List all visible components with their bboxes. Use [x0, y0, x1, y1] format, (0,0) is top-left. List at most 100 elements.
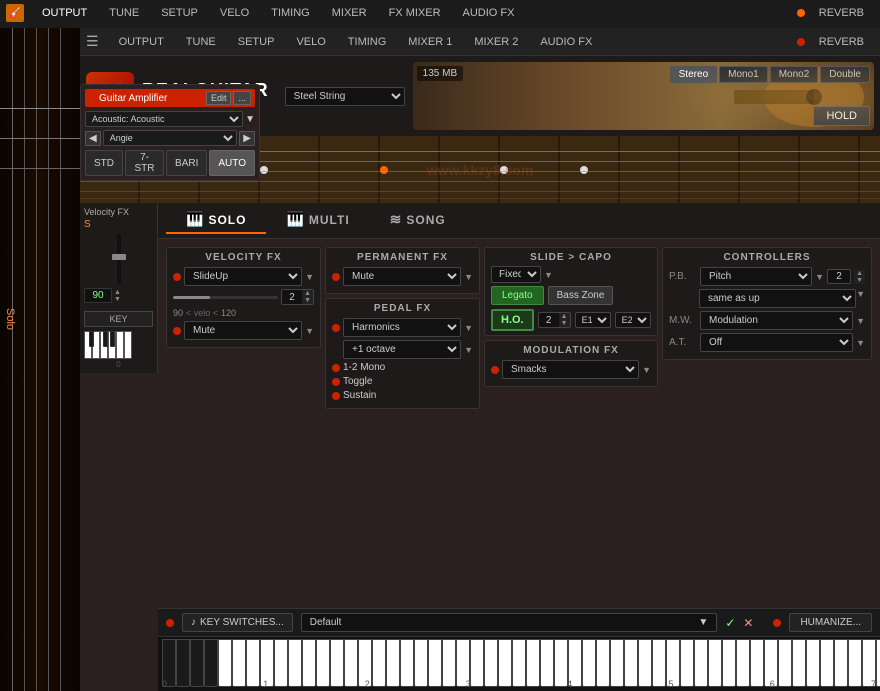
- sec-nav-mixer2[interactable]: MIXER 2: [464, 34, 528, 50]
- modulation-fx-section: MODULATION FX Smacks ▼: [484, 340, 658, 387]
- slide-mode-select[interactable]: Fixed: [491, 266, 541, 283]
- toggle-label: Toggle: [343, 376, 372, 387]
- controllers-col: CONTROLLERS P.B. Pitch ▼ 2 ▲ ▼: [662, 247, 872, 600]
- vfx-indicator: [173, 273, 181, 281]
- sec-nav-velo[interactable]: VELO: [286, 34, 335, 50]
- guitar-image: 135 MB Stereo Mono1 Mono2 Double HOLD: [413, 62, 874, 130]
- top-nav-audiofx[interactable]: AUDIO FX: [453, 5, 525, 21]
- tune-auto-button[interactable]: AUTO: [209, 150, 255, 176]
- reverb-section: REVERB: [797, 34, 874, 50]
- sec-nav-audiofx[interactable]: AUDIO FX: [530, 34, 602, 50]
- humanize-indicator: [773, 619, 781, 627]
- ho-button[interactable]: H.O.: [491, 309, 534, 331]
- app-logo-top: 🎸: [6, 4, 24, 22]
- legato-button[interactable]: Legato: [491, 286, 544, 305]
- e1-select[interactable]: E1: [575, 312, 611, 328]
- legato-bass-row: Legato Bass Zone: [491, 286, 651, 305]
- song-tab-label: SONG: [406, 213, 445, 227]
- amp-preset1-select[interactable]: Acoustic: Acoustic: [85, 111, 243, 127]
- pedal-fx-title: PEDAL FX: [332, 303, 473, 314]
- sec-nav-mixer1[interactable]: MIXER 1: [398, 34, 462, 50]
- velocity-fx-col: VELOCITY FX SlideUp ▼ 2: [166, 247, 321, 600]
- top-nav-timing[interactable]: TIMING: [261, 5, 320, 21]
- sec-nav-reverb[interactable]: REVERB: [809, 34, 874, 50]
- mod-smacks-select[interactable]: Smacks: [502, 360, 639, 379]
- perm-mute-select[interactable]: Mute: [343, 267, 461, 286]
- neck-dot-1: [260, 166, 268, 174]
- fader-track: [117, 234, 121, 284]
- solo-label: S: [84, 219, 153, 230]
- pedal-fx-section: PEDAL FX Harmonics ▼ +1 octave ▼: [325, 298, 480, 409]
- view-mono1[interactable]: Mono1: [719, 66, 768, 83]
- permanent-fx-col: PERMANENT FX Mute ▼ PEDAL FX Harm: [325, 247, 480, 600]
- view-mono2[interactable]: Mono2: [770, 66, 819, 83]
- pb-down[interactable]: ▼: [854, 277, 865, 284]
- vfx-stepper-up[interactable]: ▲: [302, 290, 313, 297]
- view-stereo[interactable]: Stereo: [670, 66, 717, 83]
- pedal-octave-select[interactable]: +1 octave: [343, 340, 461, 359]
- ho-row: H.O. 2 ▲ ▼ E1 E2: [491, 309, 651, 331]
- vfx-stepper-down[interactable]: ▼: [302, 297, 313, 304]
- humanize-button[interactable]: HUMANIZE...: [789, 613, 872, 632]
- pb-up[interactable]: ▲: [854, 270, 865, 277]
- pb-sub-select[interactable]: same as up: [699, 289, 856, 308]
- key-switches-button[interactable]: ♪ KEY SWITCHES...: [182, 613, 293, 632]
- sec-nav-tune[interactable]: TUNE: [176, 34, 226, 50]
- ho-stepper-up[interactable]: ▲: [559, 313, 570, 320]
- at-arrow: ▼: [856, 338, 865, 348]
- preset-dropdown[interactable]: Default ▼: [301, 613, 718, 632]
- reverb-indicator-top: [797, 9, 805, 17]
- tabs-row: 🎹 SOLO 🎹 MULTI ≋ SONG: [158, 203, 880, 239]
- mod-indicator: [491, 366, 499, 374]
- tab-solo[interactable]: 🎹 SOLO: [166, 207, 266, 234]
- ks-label: KEY SWITCHES...: [200, 617, 284, 628]
- amp-prev-button[interactable]: ◀: [85, 131, 101, 146]
- tune-7str-button[interactable]: 7-STR: [125, 150, 164, 176]
- fader-thumb[interactable]: [112, 254, 126, 260]
- hamburger-icon[interactable]: ☰: [86, 33, 99, 50]
- vfx-mute-select[interactable]: Mute: [184, 321, 302, 340]
- perm-mute-row: Mute ▼: [332, 267, 473, 286]
- pb-select[interactable]: Pitch: [700, 267, 812, 286]
- amp-next-button[interactable]: ▶: [239, 131, 255, 146]
- pedal-arrow: ▼: [464, 323, 473, 333]
- value-up[interactable]: ▲: [114, 289, 121, 296]
- pedal-harmonics-select[interactable]: Harmonics: [343, 318, 461, 337]
- velocity-slider[interactable]: [173, 296, 278, 299]
- view-double[interactable]: Double: [820, 66, 870, 83]
- e2-select[interactable]: E2: [615, 312, 651, 328]
- mw-select[interactable]: Modulation: [700, 311, 853, 330]
- close-icon[interactable]: ✕: [743, 616, 753, 630]
- tab-song[interactable]: ≋ SONG: [370, 207, 466, 234]
- preset-selector[interactable]: Steel String: [285, 87, 405, 106]
- pb-arrow: ▼: [815, 272, 824, 282]
- tune-std-button[interactable]: STD: [85, 150, 123, 176]
- amp-edit-button[interactable]: Edit: [206, 91, 232, 105]
- at-select[interactable]: Off: [700, 333, 853, 352]
- top-nav-reverb[interactable]: REVERB: [809, 5, 874, 21]
- tuning-buttons: STD 7-STR BARI AUTO: [85, 150, 255, 176]
- amp-more-button[interactable]: ...: [233, 91, 251, 105]
- hold-button[interactable]: HOLD: [813, 106, 870, 126]
- sec-nav-setup[interactable]: SETUP: [228, 34, 285, 50]
- vfx-slideup-select[interactable]: SlideUp: [184, 267, 302, 286]
- top-nav-mixer[interactable]: MIXER: [322, 5, 377, 21]
- piano-area: // Will be populated via JS below 0 1 2 …: [158, 636, 880, 691]
- tab-multi[interactable]: 🎹 MULTI: [266, 207, 369, 234]
- tune-bari-button[interactable]: BARI: [166, 150, 207, 176]
- sec-nav-output[interactable]: OUTPUT: [109, 34, 174, 50]
- top-nav-velo[interactable]: VELO: [210, 5, 259, 21]
- top-nav-setup[interactable]: SETUP: [151, 5, 208, 21]
- sec-nav-timing[interactable]: TIMING: [338, 34, 397, 50]
- ho-stepper-down[interactable]: ▼: [559, 320, 570, 327]
- amp-preset2-select[interactable]: Angie: [103, 130, 238, 146]
- top-nav-output[interactable]: OUTPUT: [32, 5, 97, 21]
- top-nav-tune[interactable]: TUNE: [99, 5, 149, 21]
- top-nav-fxmixer[interactable]: FX MIXER: [379, 5, 451, 21]
- slide-capo-row: Fixed ▼: [491, 266, 651, 283]
- slide-mod-col: SLIDE > CAPO Fixed ▼ Legato Bass Zone: [484, 247, 658, 600]
- value-down[interactable]: ▼: [114, 296, 121, 303]
- top-nav-bar: 🎸 OUTPUT TUNE SETUP VELO TIMING MIXER FX…: [0, 0, 880, 26]
- bass-zone-button[interactable]: Bass Zone: [548, 286, 614, 305]
- check-icon[interactable]: ✓: [725, 616, 735, 630]
